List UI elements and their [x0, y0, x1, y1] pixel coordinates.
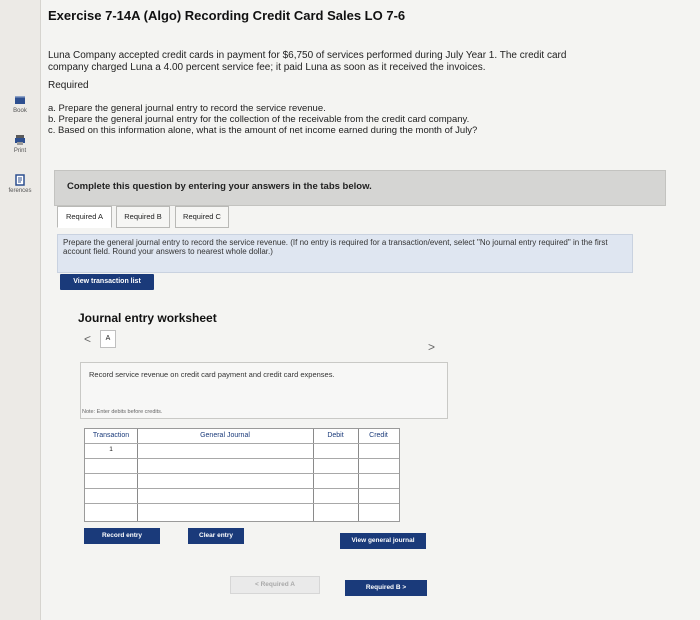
required-heading: Required	[48, 80, 89, 91]
debit-cell[interactable]	[314, 444, 358, 459]
next-required-label: Required B >	[365, 584, 407, 591]
view-transaction-list-button[interactable]: View transaction list	[60, 274, 154, 290]
table-row	[85, 473, 399, 489]
tab-required-a[interactable]: Required A	[57, 206, 112, 228]
debit-cell[interactable]	[314, 459, 358, 474]
view-transaction-list-label: View transaction list	[73, 278, 141, 285]
exercise-intro: Luna Company accepted credit cards in pa…	[48, 50, 567, 73]
table-row	[85, 458, 399, 474]
view-general-journal-button[interactable]: View general journal	[340, 533, 426, 549]
general-journal-cell[interactable]	[138, 504, 313, 519]
requirement-a: a. Prepare the general journal entry to …	[48, 103, 326, 114]
prev-required-label: < Required A	[254, 581, 296, 588]
tab-required-b-label: Required B	[124, 212, 162, 221]
tab-required-b[interactable]: Required B	[116, 206, 170, 228]
credit-cell[interactable]	[359, 474, 399, 489]
prev-step-arrow[interactable]: <	[84, 332, 91, 346]
clear-entry-label: Clear entry	[199, 532, 233, 539]
left-sidebar: Book Print ferences	[0, 0, 41, 620]
header-transaction: Transaction	[92, 432, 130, 439]
view-general-journal-label: View general journal	[351, 537, 415, 544]
tab-required-a-label: Required A	[65, 212, 104, 221]
sidebar-item-print[interactable]: Print	[0, 134, 40, 154]
main-content: Exercise 7-14A (Algo) Recording Credit C…	[40, 0, 700, 620]
general-journal-cell[interactable]	[138, 489, 313, 504]
debits-note: Note: Enter debits before credits.	[82, 409, 163, 415]
requirement-b: b. Prepare the general journal entry for…	[48, 114, 470, 125]
debit-cell[interactable]	[314, 474, 358, 489]
step-a-box: A	[100, 330, 116, 348]
exercise-title: Exercise 7-14A (Algo) Recording Credit C…	[48, 8, 406, 23]
requirement-c: c. Based on this information alone, what…	[48, 125, 478, 136]
references-icon	[15, 174, 25, 186]
step-a-label: A	[105, 335, 111, 342]
instruction-box: Prepare the general journal entry to rec…	[57, 234, 633, 273]
credit-cell[interactable]	[359, 504, 399, 519]
sidebar-item-book[interactable]: Book	[0, 94, 40, 114]
requirements-list: a. Prepare the general journal entry to …	[48, 103, 477, 136]
next-required-button[interactable]: Required B >	[345, 580, 427, 596]
table-row: 1	[85, 443, 399, 459]
tab-required-c-label: Required C	[183, 212, 221, 221]
credit-cell[interactable]	[359, 489, 399, 504]
general-journal-cell[interactable]	[138, 474, 313, 489]
tab-required-c[interactable]: Required C	[175, 206, 229, 228]
book-icon	[15, 96, 25, 104]
next-step-arrow[interactable]: >	[428, 340, 435, 354]
instructions-banner: Complete this question by entering your …	[54, 170, 666, 206]
header-general-journal: General Journal	[200, 432, 250, 439]
journal-grid: Transaction General Journal Debit Credit…	[84, 428, 400, 522]
table-row	[85, 488, 399, 504]
entry-description: Record service revenue on credit card pa…	[89, 370, 335, 379]
banner-text: Complete this question by entering your …	[67, 181, 372, 192]
general-journal-cell[interactable]	[138, 444, 313, 459]
prev-required-button[interactable]: < Required A	[230, 576, 320, 594]
journal-entry-worksheet-title: Journal entry worksheet	[78, 311, 217, 325]
general-journal-cell[interactable]	[138, 459, 313, 474]
transaction-cell: 1	[109, 446, 113, 453]
table-row	[85, 503, 399, 519]
header-credit: Credit	[369, 432, 388, 439]
sidebar-label-book: Book	[13, 108, 27, 114]
record-entry-label: Record entry	[101, 532, 143, 539]
debit-cell[interactable]	[314, 504, 358, 519]
sidebar-item-references[interactable]: ferences	[0, 174, 40, 194]
credit-cell[interactable]	[359, 444, 399, 459]
header-debit: Debit	[327, 432, 344, 439]
sidebar-label-references: ferences	[8, 188, 32, 194]
instruction-text: Prepare the general journal entry to rec…	[63, 238, 608, 256]
debit-cell[interactable]	[314, 489, 358, 504]
print-icon	[15, 135, 25, 145]
clear-entry-button[interactable]: Clear entry	[188, 528, 244, 544]
record-entry-button[interactable]: Record entry	[84, 528, 160, 544]
credit-cell[interactable]	[359, 459, 399, 474]
sidebar-label-print: Print	[13, 148, 27, 154]
